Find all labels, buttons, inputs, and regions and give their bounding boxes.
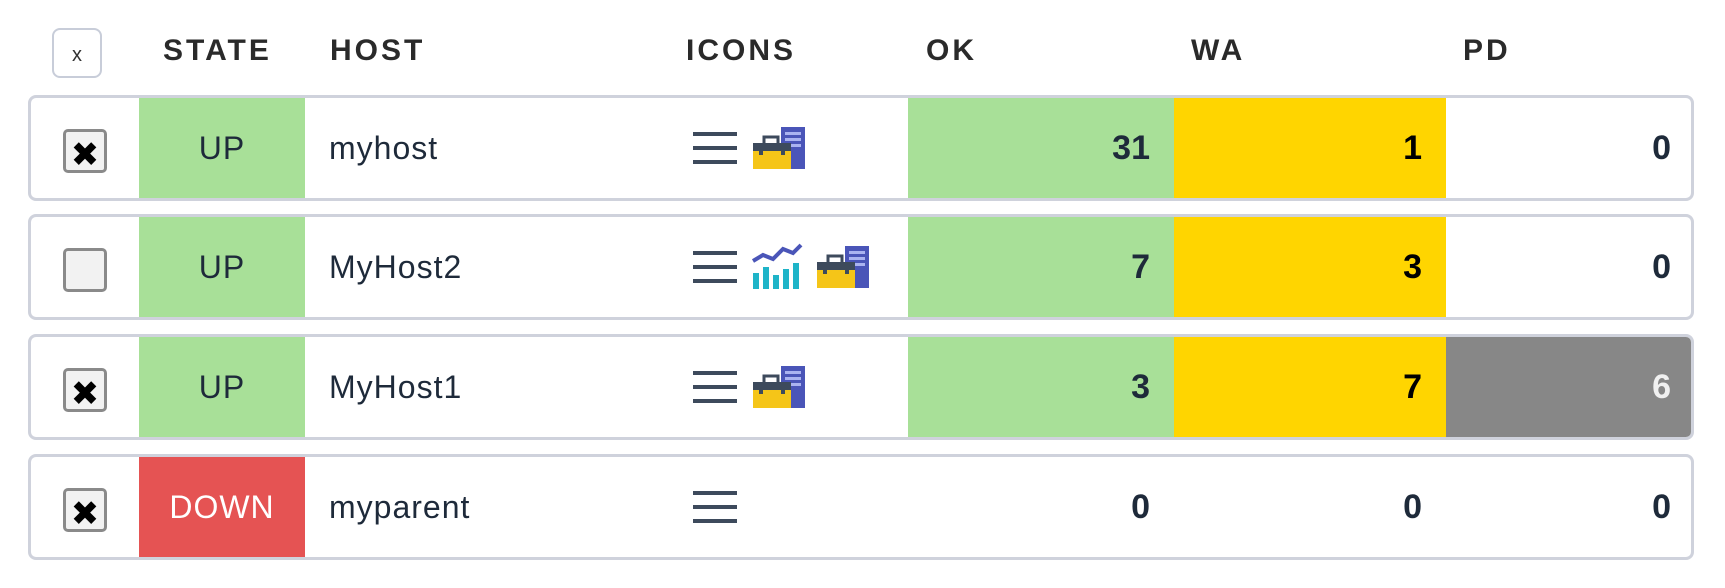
- checkbox-mark: ✖: [70, 495, 100, 533]
- performance-graph-icon[interactable]: [751, 243, 803, 291]
- warning-count[interactable]: 0: [1174, 457, 1446, 557]
- host-link[interactable]: myparent: [305, 457, 665, 557]
- menu-icon[interactable]: [691, 487, 739, 527]
- host-link[interactable]: MyHost1: [305, 337, 665, 437]
- icons-cell: [691, 98, 931, 198]
- row-checkbox[interactable]: [63, 248, 107, 292]
- menu-icon[interactable]: [691, 128, 739, 168]
- column-header-host[interactable]: HOST: [330, 34, 425, 68]
- table-row[interactable]: ✖ UP myhost 31 1 0: [28, 95, 1694, 201]
- state-cell: UP: [139, 337, 305, 437]
- column-header-pd[interactable]: PD: [1463, 34, 1511, 68]
- ok-count[interactable]: 0: [908, 457, 1174, 557]
- column-header-ok[interactable]: OK: [926, 34, 977, 68]
- row-select-cell: ✖: [31, 457, 139, 557]
- menu-icon[interactable]: [691, 247, 739, 287]
- pending-count[interactable]: 0: [1446, 217, 1691, 317]
- pending-count[interactable]: 0: [1446, 98, 1691, 198]
- row-select-cell: [31, 217, 139, 317]
- icons-cell: [691, 457, 931, 557]
- select-all-label: x: [72, 44, 82, 66]
- state-cell: UP: [139, 98, 305, 198]
- row-checkbox[interactable]: ✖: [63, 488, 107, 532]
- pending-count[interactable]: 6: [1446, 337, 1691, 437]
- column-header-state[interactable]: STATE: [163, 34, 272, 68]
- service-toolkit-icon[interactable]: [751, 364, 807, 410]
- service-toolkit-icon[interactable]: [815, 244, 871, 290]
- icons-cell: [691, 337, 931, 437]
- warning-count[interactable]: 1: [1174, 98, 1446, 198]
- table-row[interactable]: ✖ DOWN myparent 0 0 0: [28, 454, 1694, 560]
- column-header-wa[interactable]: WA: [1191, 34, 1245, 68]
- column-header-icons: ICONS: [686, 34, 797, 67]
- checkbox-mark: ✖: [70, 136, 100, 174]
- row-checkbox[interactable]: ✖: [63, 368, 107, 412]
- state-cell: UP: [139, 217, 305, 317]
- table-row[interactable]: UP MyHost2 7 3 0: [28, 214, 1694, 320]
- ok-count[interactable]: 31: [908, 98, 1174, 198]
- menu-icon[interactable]: [691, 367, 739, 407]
- table-row[interactable]: ✖ UP MyHost1 3 7 6: [28, 334, 1694, 440]
- warning-count[interactable]: 7: [1174, 337, 1446, 437]
- ok-count[interactable]: 7: [908, 217, 1174, 317]
- checkbox-mark: ✖: [70, 375, 100, 413]
- pending-count[interactable]: 0: [1446, 457, 1691, 557]
- ok-count[interactable]: 3: [908, 337, 1174, 437]
- select-all-checkbox[interactable]: x: [52, 28, 102, 78]
- host-link[interactable]: myhost: [305, 98, 665, 198]
- service-toolkit-icon[interactable]: [751, 125, 807, 171]
- host-link[interactable]: MyHost2: [305, 217, 665, 317]
- row-select-cell: ✖: [31, 98, 139, 198]
- row-checkbox[interactable]: ✖: [63, 129, 107, 173]
- icons-cell: [691, 217, 931, 317]
- warning-count[interactable]: 3: [1174, 217, 1446, 317]
- row-select-cell: ✖: [31, 337, 139, 437]
- table-header: x STATE HOST ICONS OK WA PD: [0, 0, 1725, 100]
- state-cell: DOWN: [139, 457, 305, 557]
